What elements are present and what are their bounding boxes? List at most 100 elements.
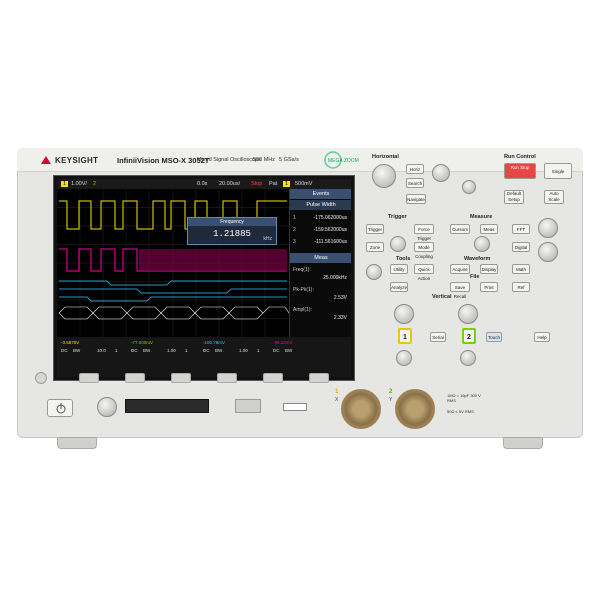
ch3-bw: BW [215,348,223,353]
back-button[interactable] [35,372,47,384]
file-section-label: File [470,274,480,280]
mode-coupling-button[interactable]: Mode Coupling [414,242,434,259]
events-side-panel[interactable]: Events Pulse Width 1 -175.062000us 2 -159.… [289,189,351,337]
serial-button[interactable]: Serial [430,332,446,342]
bandwidth-spec: 500 MHz [253,157,276,163]
ch1-offset: -3.5875V [61,340,80,345]
horizontal-scale-knob[interactable] [372,164,396,188]
trigger-level: 500mV [295,181,313,187]
quick-action-button[interactable]: Quick Action [414,264,434,281]
popup-unit: kHz [263,236,272,242]
ch3-position-knob[interactable] [538,218,558,238]
usb-port[interactable] [235,399,261,413]
cursors-button[interactable]: Cursors [450,224,470,234]
meas-header[interactable]: Meas [290,253,351,263]
run-control-label: Run Control [504,154,536,160]
control-panel: Horizontal Horiz Search Navigate Run Con… [362,152,580,384]
ch1-indicator[interactable]: 1 [61,181,69,187]
waveform-grid[interactable]: Frequency 1.21885 kHz [57,189,290,337]
softkey-5[interactable] [263,373,283,383]
model-subtitle: Mixed Signal Oscilloscope [197,157,262,163]
ch2-button[interactable]: 2 [462,328,476,344]
event-entry-1[interactable]: 1 -175.062000us [293,215,350,221]
math-button[interactable]: Math [512,264,530,274]
trigger-level-knob[interactable] [390,236,406,252]
horiz-button[interactable]: Horiz [406,164,424,174]
meas-item-3: Ampl(1): [293,307,312,313]
ch4-bw: BW [285,348,293,353]
save-recall-button[interactable]: Save Recall [450,282,470,299]
keysight-logo-icon [41,156,51,164]
power-button[interactable] [47,399,73,417]
screen-top-bar: 1 1.00V/ 2 0.0s 20.00us/ Stop Pat 1 500m… [57,179,351,189]
horizontal-section-label: Horizontal [372,154,399,160]
ch2-dense-region [139,249,287,271]
brand-name: KEYSIGHT [55,156,99,165]
ch1-vertical-position-knob[interactable] [396,350,412,366]
softkey-1[interactable] [79,373,99,383]
run-stop-button[interactable]: Run Stop [504,163,536,179]
softkey-3[interactable] [171,373,191,383]
acquire-button[interactable]: Acquire [450,264,470,274]
search-button[interactable]: Search [406,178,424,188]
entry-knob[interactable] [366,264,382,280]
event-entry-3[interactable]: 3 -111.561600us [293,239,350,245]
ch2-coupling: DC [131,348,138,353]
frequency-popup[interactable]: Frequency 1.21885 kHz [187,217,277,245]
popup-title: Frequency [188,218,276,226]
print-button[interactable]: Print [480,282,498,292]
input-spec-label: 1MΩ = 16pF 300 V RMS [447,393,481,403]
help-button[interactable]: Help [534,332,550,342]
default-setup-button[interactable]: Default Setup [504,190,524,204]
ch4-position-knob[interactable] [538,242,558,262]
ch2-input-label: 2 [389,389,393,395]
ch1-button[interactable]: 1 [398,328,412,344]
analyze-button[interactable]: Analyze [390,282,408,292]
touch-button[interactable]: Touch [486,332,502,342]
event-entry-2[interactable]: 2 -159.562000us [293,227,350,233]
navigate-knob[interactable] [462,180,476,194]
model-name: InfiniiVision MSO-X 3052T [117,156,210,165]
display-screen[interactable]: 1 1.00V/ 2 0.0s 20.00us/ Stop Pat 1 500m… [57,179,351,377]
ch2-vertical-scale-knob[interactable] [458,304,478,324]
input-spec2-label: 50Ω ≤ 5V RMS [447,409,474,414]
utility-button[interactable]: Utility [390,264,408,274]
trigger-button[interactable]: Trigger [366,224,384,234]
ch3-num: 1 [257,348,260,353]
ch1-vertical-scale-knob[interactable] [394,304,414,324]
ch2-scale-bottom: 1.00 [167,348,176,353]
meas-item-1: Freq(1): [293,267,311,273]
ref-button[interactable]: Ref [512,282,530,292]
ch2-bw: BW [143,348,151,353]
zone-button[interactable]: Zone [366,242,384,252]
horizontal-position-knob[interactable] [432,164,450,182]
navigate-button[interactable]: Navigate [406,194,426,204]
meas-button[interactable]: Meas [480,224,498,234]
events-header[interactable]: Events [290,189,351,199]
ch2-indicator[interactable]: 2 [93,181,96,187]
softkey-4[interactable] [217,373,237,383]
ch2-bnc-input[interactable] [395,389,435,429]
display-button[interactable]: Display [480,264,498,274]
cursors-knob[interactable] [474,236,490,252]
trigger-type: Pat [269,181,278,187]
single-button[interactable]: Single [544,163,572,179]
ch2-vertical-position-knob[interactable] [460,350,476,366]
screen-bottom-bar: -3.5875V DC BW 10.0 1 -77.000mV DC BW 1.… [57,337,351,377]
megazoom-logo-icon: MEGA ZOOM [324,151,359,169]
softkey-2[interactable] [125,373,145,383]
softkey-6[interactable] [309,373,329,383]
ch3-coupling: DC [203,348,210,353]
digital-button[interactable]: Digital [512,242,530,252]
ch1-bnc-input[interactable] [341,389,381,429]
auto-scale-button[interactable]: Auto Scale [544,190,564,204]
timebase-readout: 20.00us/ [219,181,241,187]
front-lower-panel: 1 X 2 Y 1MΩ = 16pF 300 V RMS 50Ω ≤ 5V RM… [17,385,583,438]
usb-host-port[interactable] [283,403,307,411]
fft-button[interactable]: FFT [512,224,530,234]
digital-probe-connector [125,399,209,413]
waveform-plot [57,189,290,337]
ch1-num: 1 [115,348,118,353]
force-trigger-button[interactable]: Force Trigger [414,224,434,241]
pulse-width-header[interactable]: Pulse Width [290,200,351,210]
